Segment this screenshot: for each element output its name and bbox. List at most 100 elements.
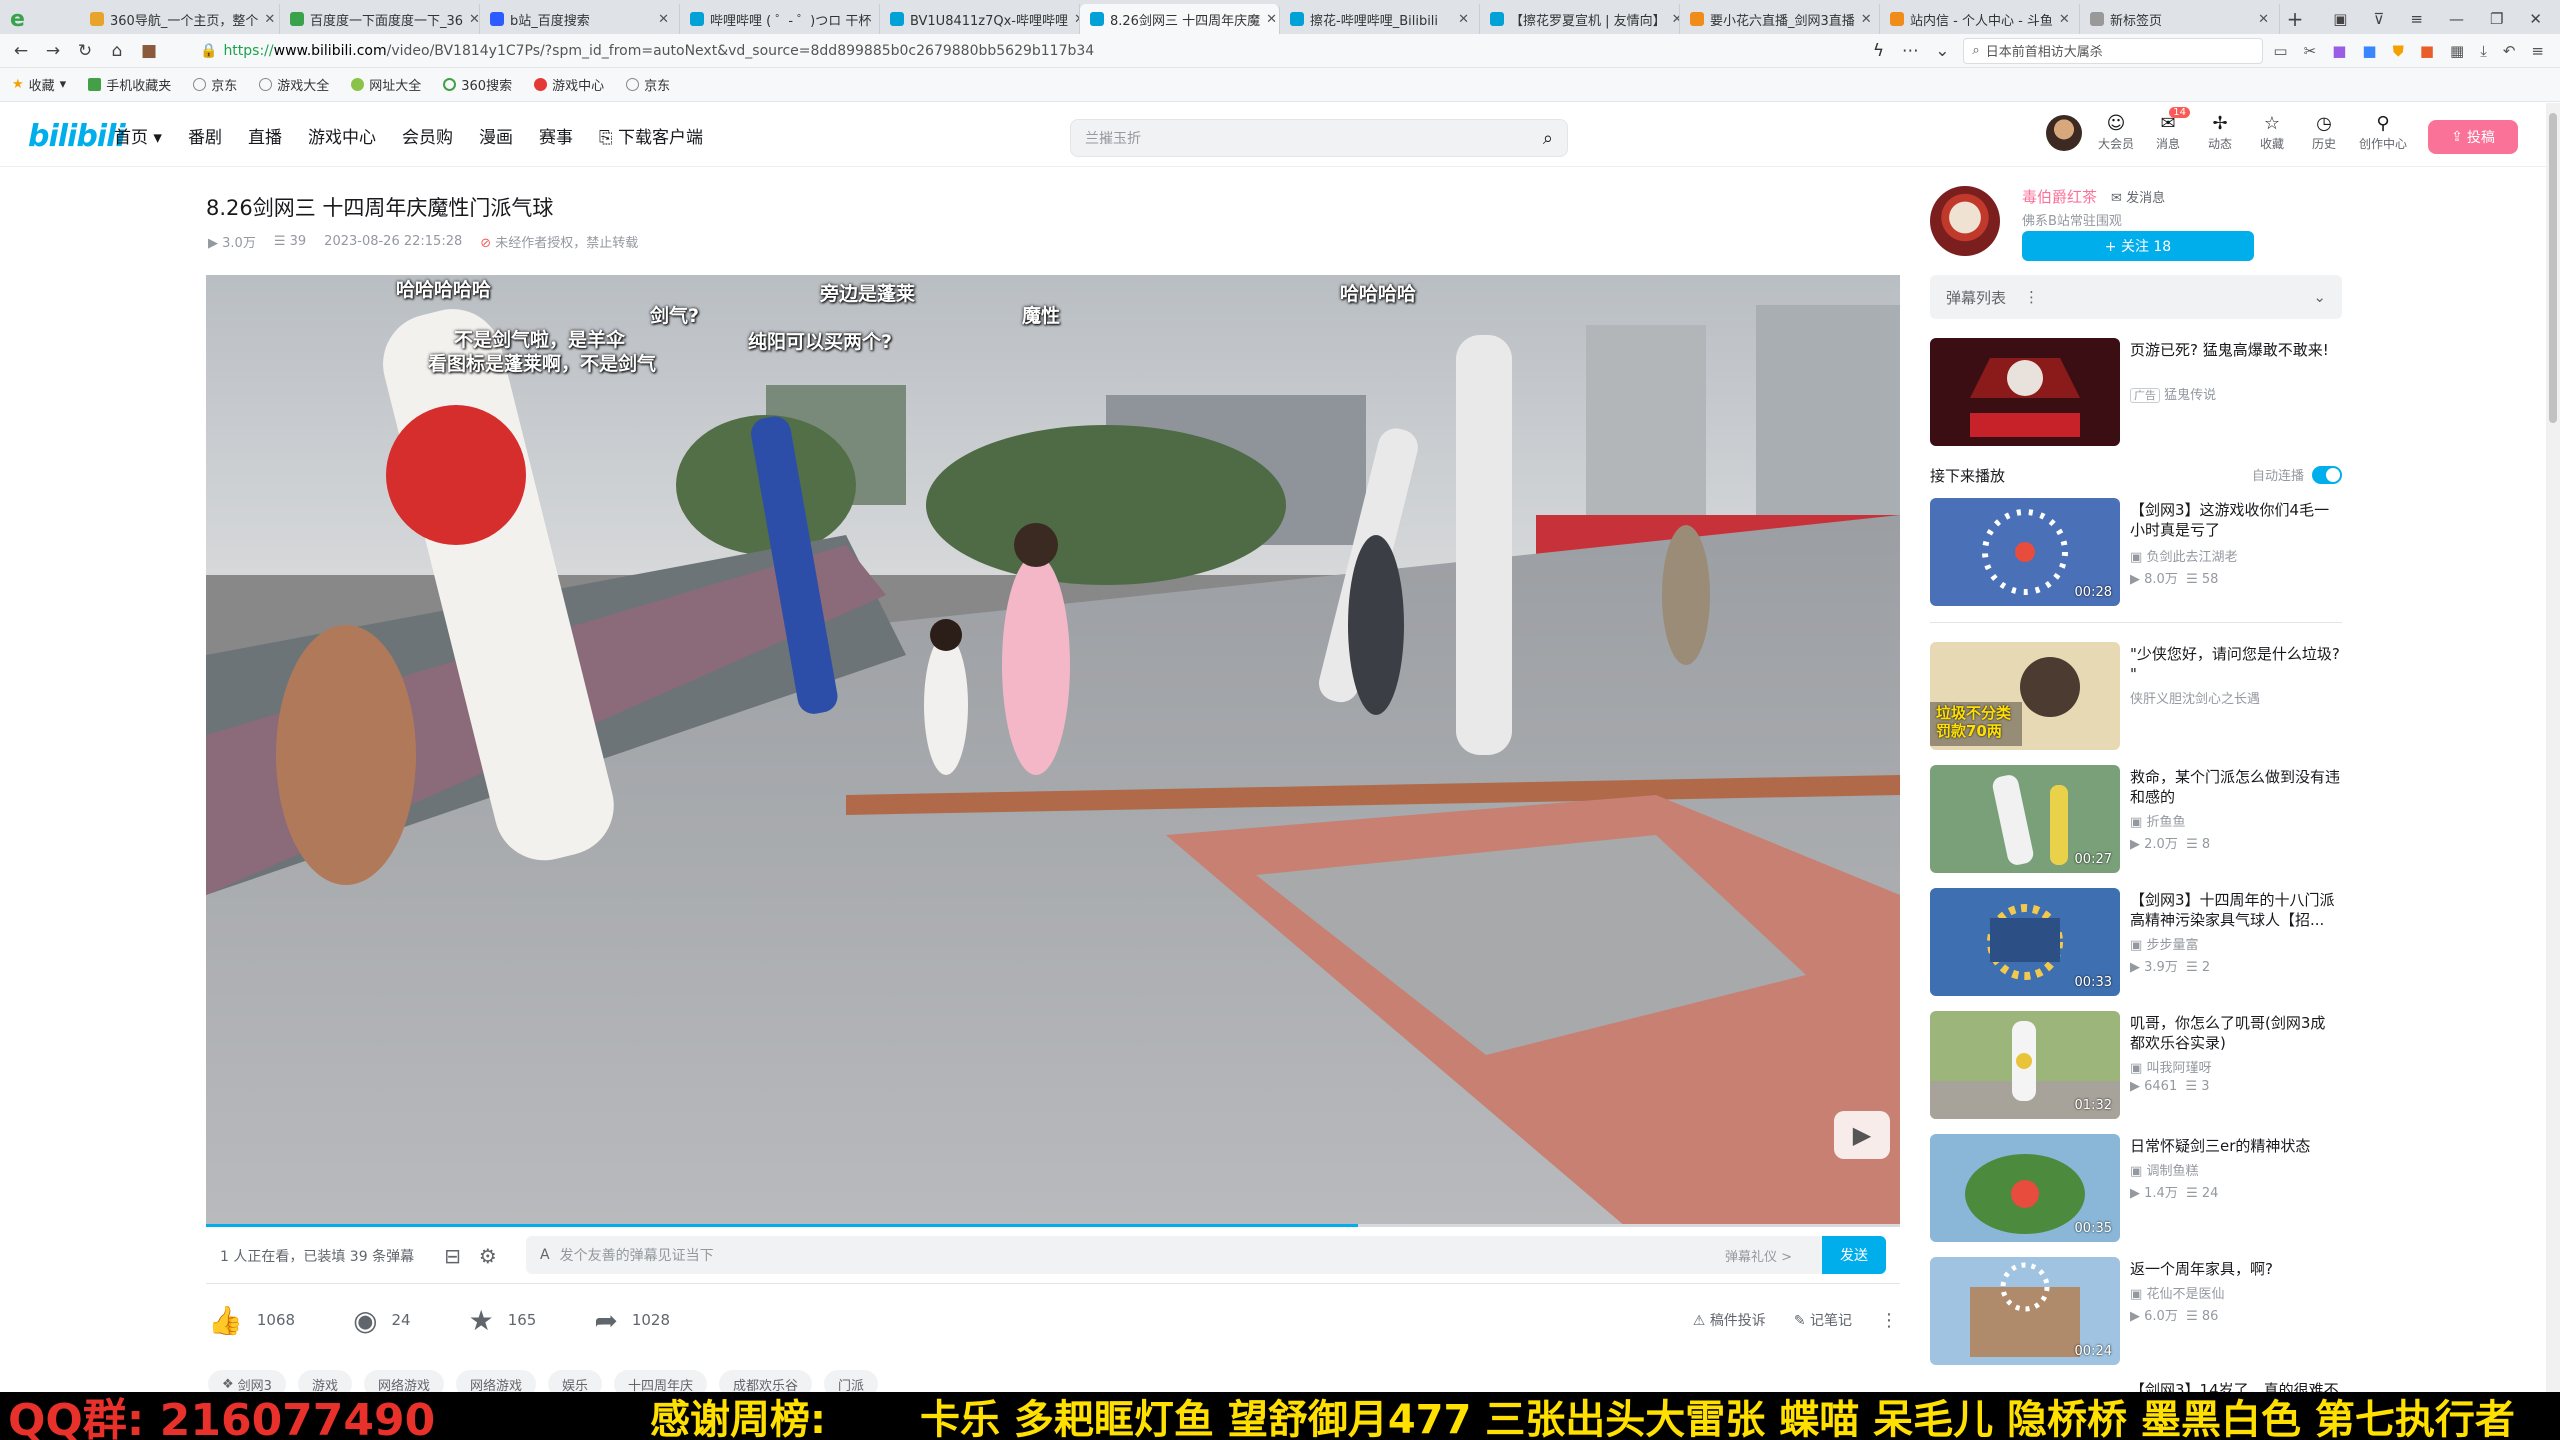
nav-mall[interactable]: 会员购 [402,123,453,148]
play-icon[interactable]: ▶ [1834,1111,1890,1159]
bookmark-jd[interactable]: 京东 [193,75,237,94]
rec-video-card[interactable]: 【剑网3】14岁了，真的很难不 [1930,1380,2342,1392]
bookmark-sites[interactable]: 网址大全 [351,75,421,94]
coin-button[interactable]: ◉ 24 [353,1304,411,1337]
tab-bv-video[interactable]: BV1U8411z7Qx-哔哩哔哩✕ [880,4,1080,34]
tab-baidu-search[interactable]: b站_百度搜索 ✕ [480,4,680,34]
nav-home[interactable]: 首页 ▾ [114,123,162,148]
rec-video-card[interactable]: 00:28 【剑网3】这游戏收你们4毛一小时真是亏了 ▣ 负剑此去江湖老 ▶ 8… [1930,498,2342,606]
nav-esports[interactable]: 赛事 [539,123,573,148]
rec-video-card[interactable]: 00:33 【剑网3】十四周年的十八门派高精神污染家具气球人【招... ▣ 步步… [1930,888,2342,996]
danmaku-input[interactable]: A 发个友善的弹幕见证当下 弹幕礼仪 > 发送 [526,1236,1886,1274]
tab-close-icon[interactable]: ✕ [1861,12,1872,27]
undo-icon[interactable]: ↶ [2503,42,2516,60]
ext-blue-icon[interactable]: ■ [2362,42,2376,60]
uploader-name[interactable]: 毒伯爵红茶 [2022,186,2097,207]
bookmark-games[interactable]: 游戏大全 [259,75,329,94]
minimize-icon[interactable]: — [2449,10,2464,28]
tab-close-icon[interactable]: ✕ [469,12,479,27]
shield-icon[interactable]: ⛊ [2393,42,2404,60]
nav-gamecenter[interactable]: 游戏中心 [308,123,376,148]
tab-close-icon[interactable]: ✕ [1672,12,1679,27]
progress-bar[interactable] [206,1224,1900,1227]
back-icon[interactable]: ← [10,41,32,61]
dropdown-icon[interactable]: ⌄ [1931,41,1953,61]
toggle-switch[interactable] [2312,465,2342,484]
font-style-icon[interactable]: A [540,1247,550,1263]
favorite-button[interactable]: ★ 165 [469,1304,537,1337]
scrollbar-thumb[interactable] [2549,113,2557,423]
nav-download[interactable]: ⎘ 下载客户端 [599,123,703,148]
browser-logo-icon[interactable]: e [0,4,80,34]
send-message-link[interactable]: ✉ 发消息 [2111,187,2165,206]
uploader-avatar[interactable] [1930,186,2000,256]
page-scrollbar[interactable] [2546,103,2560,1392]
share-button[interactable]: ➦ 1028 [594,1304,670,1337]
rec-video-card[interactable]: 00:27 救命，某个门派怎么做到没有违和感的 ▣ 折鱼鱼 ▶ 2.0万 ☰ 8 [1930,765,2342,873]
reload-icon[interactable]: ↻ [74,41,96,61]
tab-current-video[interactable]: 8.26剑网三 十四周年庆魔 ✕ [1080,4,1280,34]
tab-close-icon[interactable]: ✕ [2258,12,2269,27]
tab-douyu[interactable]: 站内信 - 个人中心 - 斗鱼 ✕ [1880,4,2080,34]
bilibili-logo[interactable]: bilibili [28,119,126,154]
bookmark-mobile[interactable]: 手机收藏夹 [88,75,171,94]
like-button[interactable]: 👍 1068 [208,1304,295,1337]
tab-close-icon[interactable]: ✕ [2059,12,2070,27]
menu-icon[interactable]: ≡ [2410,10,2423,28]
danmaku-list-header[interactable]: 弹幕列表 ⋮ ⌄ [1930,275,2342,319]
tab-close-icon[interactable]: ✕ [1266,12,1277,27]
nav-manga[interactable]: 漫画 [479,123,513,148]
tab-cahua[interactable]: 擦花-哔哩哔哩_Bilibili ✕ [1280,4,1480,34]
nav-creator[interactable]: ⚲ 创作中心 [2358,113,2408,152]
tab-close-icon[interactable]: ✕ [1458,12,1469,27]
upload-button[interactable]: ⇪ 投稿 [2428,120,2518,154]
nav-live[interactable]: 直播 [248,123,282,148]
ext-orange-icon[interactable]: ■ [2420,42,2434,60]
tab-close-icon[interactable]: ✕ [264,12,275,27]
ad-card[interactable]: 页游已死? 猛鬼高爆敢不敢来! 广告 猛鬼传说 [1930,338,2342,446]
browser-menu-icon[interactable]: ≡ [2531,42,2544,60]
window-close-icon[interactable]: ✕ [2529,10,2542,28]
more-vertical-icon[interactable]: ⋮ [1880,1310,1898,1331]
tab-live[interactable]: 要小花六直播_剑网3直播 ✕ [1680,4,1880,34]
more-icon[interactable]: ⋯ [1899,41,1921,61]
send-button[interactable]: 发送 [1822,1236,1886,1274]
more-vertical-icon[interactable]: ⋮ [2024,288,2039,306]
video-player[interactable]: 哈哈哈哈哈 剑气? 不是剑气啦，是羊伞 看图标是蓬莱啊，不是剑气 旁边是蓬莱 纯… [206,275,1900,1227]
restore-icon[interactable]: ❐ [2490,10,2503,28]
reader-icon[interactable]: ▭ [2273,42,2287,60]
site-search-input[interactable]: 兰摧玉折 ⌕ [1070,119,1568,157]
cut-icon[interactable]: ✂ [2304,42,2317,60]
danmaku-settings-icon[interactable]: ⚙ [479,1244,497,1268]
bookmark-jd2[interactable]: 京东 [626,75,670,94]
nav-anime[interactable]: 番剧 [188,123,222,148]
forward-icon[interactable]: → [42,41,64,61]
tab-bilibili-home[interactable]: 哔哩哔哩 ( ゜- ゜)つロ 干杯✕ [680,4,880,34]
download-icon[interactable]: ⤓ [2480,42,2487,60]
extension-icon[interactable]: ■ [138,41,160,61]
home-icon[interactable]: ⌂ [106,41,128,61]
nav-dynamic[interactable]: ✢ 动态 [2202,113,2238,152]
follow-button[interactable]: + 关注 18 [2022,231,2254,261]
browser-search-box[interactable]: ⌕ 日本前首相访大属杀 [1963,37,2264,64]
avatar[interactable] [2046,114,2082,151]
report-button[interactable]: ⚠ 稿件投诉 [1693,1310,1766,1330]
nav-messages[interactable]: ✉ 14 消息 [2150,107,2190,152]
bookmark-360search[interactable]: 360搜索 [443,75,512,94]
search-icon[interactable]: ⌕ [1543,128,1553,149]
rec-video-card[interactable]: 垃圾不分类 罚款70两 "少侠您好，请问您是什么垃圾? " 侠肝义胆沈剑心之长遇 [1930,642,2342,750]
tab-new[interactable]: 新标签页 ✕ [2080,4,2280,34]
tab-cahua-video[interactable]: 【擦花罗夏宣机 | 友情向】 ✕ [1480,4,1680,34]
bookmark-gamecenter[interactable]: 游戏中心 [534,75,604,94]
nav-history[interactable]: ◷ 历史 [2306,113,2342,152]
nav-vip[interactable]: ☺ 大会员 [2098,113,2134,152]
flash-icon[interactable]: ϟ [1867,41,1889,61]
tab-list-icon[interactable]: ▣ [2333,10,2347,28]
notes-button[interactable]: ✎ 记笔记 [1794,1310,1852,1330]
bookmark-favorites[interactable]: ★ 收藏 ▾ [12,75,66,94]
danmaku-toggle-icon[interactable]: ⊟ [444,1244,461,1268]
url-field[interactable]: 🔒 https:// www.bilibili.com /video/BV181… [170,39,1857,63]
autoplay-toggle[interactable]: 自动连播 [2252,465,2342,484]
apps-icon[interactable]: ▦ [2450,42,2464,60]
nav-favorites[interactable]: ☆ 收藏 [2254,113,2290,152]
